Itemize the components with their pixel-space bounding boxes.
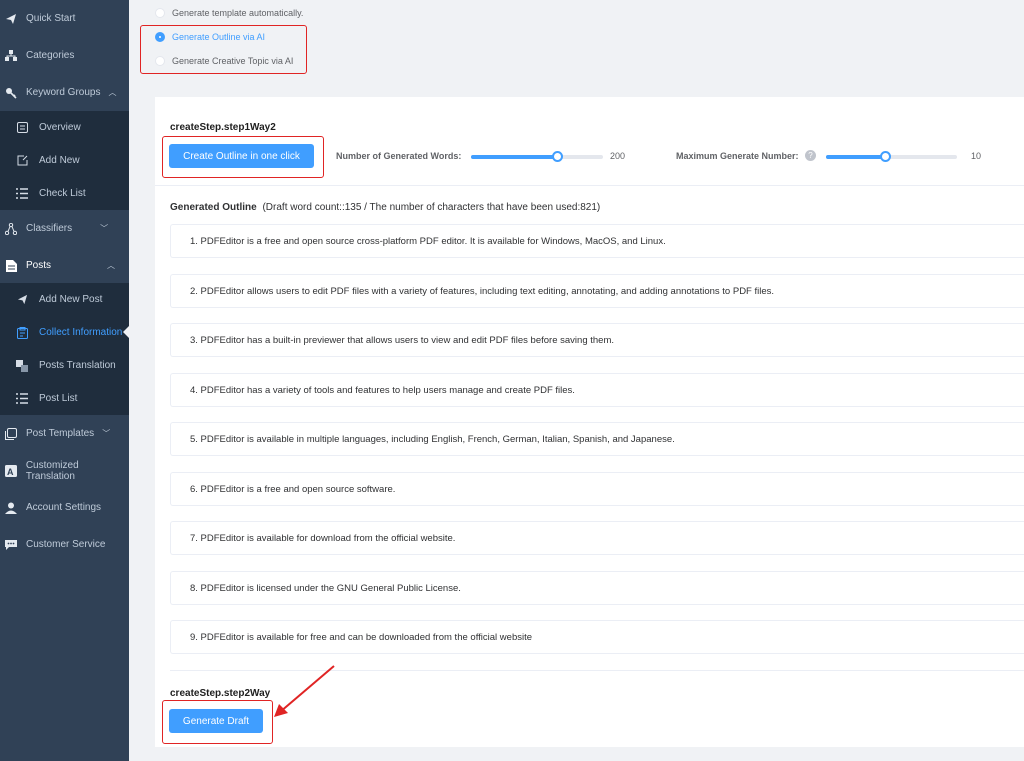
radio-generate-creative-topic-ai[interactable]: Generate Creative Topic via AI: [155, 56, 293, 66]
clipboard-icon: [15, 326, 29, 340]
max-number-slider-value: 10: [971, 151, 982, 161]
sidebar-item-post-list[interactable]: Post List: [0, 382, 129, 415]
words-slider-fill: [471, 155, 557, 159]
words-slider-value: 200: [610, 151, 626, 161]
outline-item[interactable]: 5. PDFEditor is available in multiple la…: [170, 422, 1024, 456]
radio-generate-outline-ai[interactable]: Generate Outline via AI: [155, 32, 265, 42]
list-icon: [15, 392, 29, 406]
document-icon: [4, 259, 18, 273]
sidebar-item-label: Posts Translation: [39, 360, 116, 371]
sidebar-item-label: Classifiers: [26, 223, 73, 234]
radio-circle[interactable]: [155, 32, 165, 42]
radio-circle[interactable]: [155, 8, 165, 18]
sidebar-item-label: Posts: [26, 260, 52, 271]
generated-outline-stats: (Draft word count::135 / The number of c…: [262, 202, 601, 213]
sidebar-item-label: Customer Service: [26, 539, 106, 550]
chevron-up-icon: ︿: [107, 261, 116, 270]
list-box-icon: [15, 121, 29, 135]
sidebar-item-collect-information[interactable]: Collect Information: [0, 316, 129, 349]
sidebar-item-add-new[interactable]: Add New: [0, 144, 129, 177]
sidebar-item-label: Overview: [39, 122, 81, 133]
words-slider-label: Number of Generated Words:: [336, 151, 462, 161]
sidebar-item-label: Categories: [26, 50, 75, 61]
chevron-down-icon: ﹀: [100, 224, 109, 233]
sidebar-item-categories[interactable]: Categories: [0, 37, 129, 74]
words-slider-thumb[interactable]: [552, 151, 563, 162]
outline-item[interactable]: 6. PDFEditor is a free and open source s…: [170, 472, 1024, 506]
sidebar-item-label: Post List: [39, 393, 78, 404]
key-icon: [4, 86, 18, 100]
generated-outline-header: Generated Outline (Draft word count::135…: [170, 202, 600, 213]
sidebar-item-keyword-groups[interactable]: Keyword Groups ︿: [0, 74, 129, 111]
paper-plane-icon: [15, 293, 29, 307]
translate-icon: [15, 359, 29, 373]
help-icon[interactable]: ?: [805, 150, 816, 161]
create-outline-button[interactable]: Create Outline in one click: [169, 144, 314, 168]
sidebar-item-label: Add New Post: [39, 294, 103, 305]
sidebar: Quick Start Categories Keyword Groups ︿ …: [0, 0, 129, 761]
sidebar-item-label: Check List: [39, 188, 86, 199]
outline-item[interactable]: 3. PDFEditor has a built-in previewer th…: [170, 323, 1024, 357]
sidebar-item-check-list[interactable]: Check List: [0, 177, 129, 210]
radio-label: Generate Creative Topic via AI: [172, 56, 294, 66]
outline-item[interactable]: 1. PDFEditor is a free and open source c…: [170, 224, 1024, 258]
radio-label: Generate Outline via AI: [172, 32, 266, 42]
copy-icon: [4, 427, 18, 441]
sidebar-item-quick-start[interactable]: Quick Start: [0, 0, 129, 37]
sidebar-item-posts[interactable]: Posts ︿: [0, 247, 129, 284]
step2-title: createStep.step2Way: [170, 688, 271, 699]
sidebar-item-account-settings[interactable]: Account Settings: [0, 489, 129, 526]
sidebar-item-classifiers[interactable]: Classifiers ﹀: [0, 210, 129, 247]
annotation-arrow-icon: [274, 665, 335, 717]
sidebar-item-add-new-post[interactable]: Add New Post: [0, 283, 129, 316]
outline-item[interactable]: 4. PDFEditor has a variety of tools and …: [170, 373, 1024, 407]
radio-generate-template-auto[interactable]: Generate template automatically.: [155, 8, 303, 18]
max-number-slider-label: Maximum Generate Number:: [676, 151, 799, 161]
step1-title: createStep.step1Way2: [170, 122, 276, 133]
outline-item[interactable]: 2. PDFEditor allows users to edit PDF fi…: [170, 274, 1024, 308]
active-indicator: [123, 326, 129, 338]
paper-plane-icon: [4, 12, 18, 26]
list-icon: [15, 187, 29, 201]
sidebar-item-overview[interactable]: Overview: [0, 111, 129, 144]
sidebar-item-label: Post Templates: [26, 428, 95, 439]
sidebar-item-label: Account Settings: [26, 502, 102, 513]
outline-item[interactable]: 9. PDFEditor is available for free and c…: [170, 620, 1024, 654]
chevron-down-icon: ﹀: [102, 429, 111, 438]
generate-draft-button[interactable]: Generate Draft: [169, 709, 263, 733]
svg-text:A: A: [7, 467, 14, 477]
sidebar-item-posts-translation[interactable]: Posts Translation: [0, 349, 129, 382]
network-icon: [4, 222, 18, 236]
generated-outline-title: Generated Outline: [170, 202, 257, 213]
sidebar-item-post-templates[interactable]: Post Templates ﹀: [0, 415, 129, 452]
outline-item[interactable]: 7. PDFEditor is available for download f…: [170, 521, 1024, 555]
user-icon: [4, 501, 18, 515]
edit-icon: [15, 154, 29, 168]
chevron-up-icon: ︿: [108, 88, 117, 97]
max-number-slider-fill: [826, 155, 885, 159]
translate-box-icon: A: [4, 464, 18, 478]
sidebar-item-label: Collect Information: [39, 327, 123, 338]
outline-item[interactable]: 8. PDFEditor is licensed under the GNU G…: [170, 571, 1024, 605]
sidebar-item-label: Quick Start: [26, 13, 76, 24]
sidebar-item-label: Customized Translation: [25, 459, 79, 482]
sidebar-item-customized-translation[interactable]: A Customized Translation: [0, 452, 129, 489]
max-number-slider-thumb[interactable]: [880, 151, 891, 162]
sidebar-item-customer-service[interactable]: Customer Service: [0, 526, 129, 563]
chat-icon: [4, 538, 18, 552]
radio-circle[interactable]: [155, 56, 165, 66]
sidebar-item-label: Add New: [39, 155, 80, 166]
radio-label: Generate template automatically.: [172, 8, 304, 18]
sidebar-item-label: Keyword Groups: [26, 87, 101, 98]
sitemap-icon: [4, 49, 18, 63]
divider: [155, 185, 1024, 186]
